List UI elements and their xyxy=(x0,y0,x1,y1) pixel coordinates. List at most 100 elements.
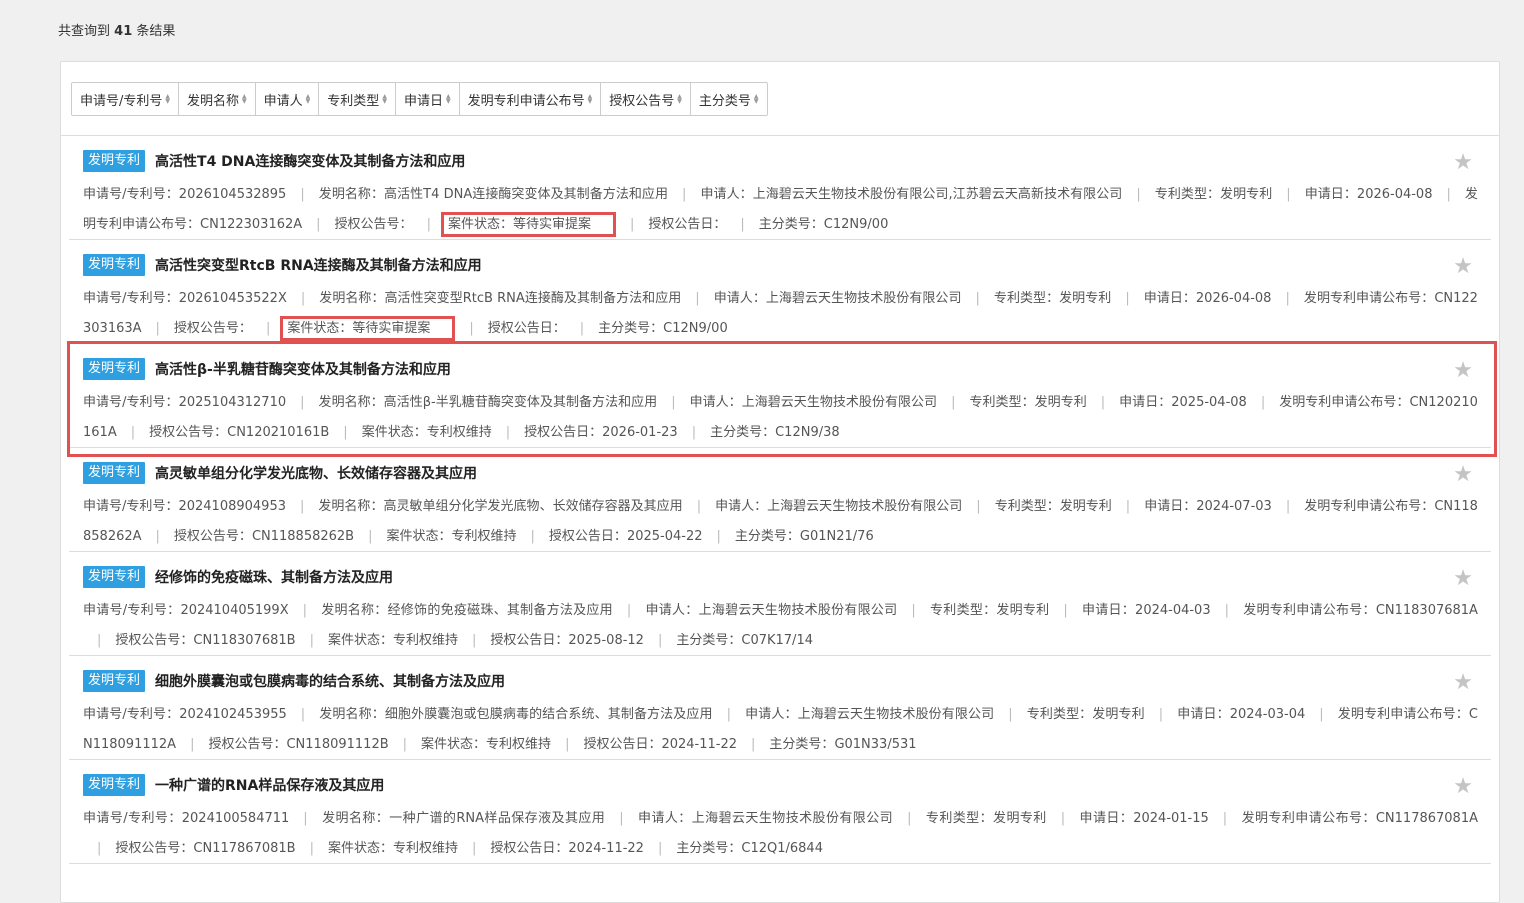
star-icon[interactable]: ★ xyxy=(1453,150,1473,175)
meta-value: 上海碧云天生物技术股份有限公司 xyxy=(767,499,963,514)
meta-label: 授权公告号： xyxy=(149,425,228,440)
sort-button[interactable]: 授权公告号 ▲ ▼ xyxy=(601,83,691,115)
meta-label: 主分类号： xyxy=(758,217,824,232)
meta-value: G01N33/531 xyxy=(834,737,917,752)
meta-label: 主分类号： xyxy=(734,529,800,544)
star-icon[interactable]: ★ xyxy=(1453,774,1473,799)
sort-button-label: 申请人 xyxy=(263,93,303,109)
meta-field-app-no: 申请号/专利号：2026104532895 xyxy=(83,187,286,202)
meta-separator: | xyxy=(1125,499,1131,514)
meta-label: 专利类型： xyxy=(1154,187,1221,202)
meta-separator: | xyxy=(300,395,305,410)
meta-separator: | xyxy=(155,321,160,336)
meta-value: 等待实审提案 xyxy=(512,217,591,232)
meta-label: 授权公告日： xyxy=(490,633,569,648)
sort-button[interactable]: 发明名称 ▲ ▼ xyxy=(179,83,256,115)
result-title-link[interactable]: 细胞外膜囊泡或包膜病毒的结合系统、其制备方法及应用 xyxy=(155,671,505,691)
meta-value: 专利权维持 xyxy=(392,841,458,856)
meta-separator: | xyxy=(579,321,585,336)
meta-label: 主分类号： xyxy=(676,633,742,648)
meta-label: 授权公告日： xyxy=(648,217,727,232)
meta-value: 专利权维持 xyxy=(451,529,517,544)
meta-value: CN120210161B xyxy=(227,425,330,440)
sort-arrows-icon: ▲ ▼ xyxy=(242,93,247,105)
sort-button[interactable]: 主分类号 ▲ ▼ xyxy=(691,83,767,115)
result-header: 发明专利 经修饰的免疫磁珠、其制备方法及应用 xyxy=(83,566,393,588)
star-icon[interactable]: ★ xyxy=(1453,254,1473,279)
meta-label: 发明专利申请公布号： xyxy=(1337,707,1469,722)
sort-button[interactable]: 专利类型 ▲ ▼ xyxy=(319,83,396,115)
result-item: 发明专利 高活性T4 DNA连接酶突变体及其制备方法和应用 ★ 申请号/专利号：202… xyxy=(69,136,1491,240)
patent-type-badge: 发明专利 xyxy=(83,670,146,692)
meta-label: 申请日： xyxy=(1144,499,1197,514)
meta-value: 2024108904953 xyxy=(178,499,286,514)
meta-value: 一种广谱的RNA样品保存液及其应用 xyxy=(389,811,606,826)
meta-label: 申请号/专利号： xyxy=(83,291,179,306)
meta-separator: | xyxy=(343,425,348,440)
result-item: 发明专利 高活性突变型RtcB RNA连接酶及其制备方法和应用 ★ 申请号/专利号：2… xyxy=(69,240,1491,344)
meta-separator: | xyxy=(740,217,745,232)
meta-label: 授权公告号： xyxy=(173,321,252,336)
meta-separator: | xyxy=(696,499,702,514)
meta-field-type: 专利类型：发明专利 xyxy=(969,395,1086,410)
meta-field-grant-no: 授权公告号：CN117867081B xyxy=(115,841,295,856)
meta-label: 申请人： xyxy=(689,395,742,410)
meta-separator: | xyxy=(426,217,431,232)
result-header: 发明专利 高活性T4 DNA连接酶突变体及其制备方法和应用 xyxy=(83,150,465,172)
meta-field-pub-no: 发明专利申请公布号：CN118307681A xyxy=(1243,603,1478,618)
sort-button[interactable]: 申请人 ▲ ▼ xyxy=(256,83,320,115)
meta-separator: | xyxy=(1100,395,1106,410)
meta-separator: | xyxy=(565,737,570,752)
meta-label: 申请号/专利号： xyxy=(83,187,179,202)
result-title-link[interactable]: 一种广谱的RNA样品保存液及其应用 xyxy=(155,775,384,795)
meta-separator: | xyxy=(716,529,721,544)
sort-arrows-icon: ▲ ▼ xyxy=(445,93,451,105)
result-meta: 申请号/专利号：2024102453955 | 发明名称：细胞外膜囊泡或包膜病毒的结… xyxy=(83,700,1478,760)
meta-label: 主分类号： xyxy=(710,425,776,440)
meta-separator: | xyxy=(300,291,306,306)
result-title-link[interactable]: 经修饰的免疫磁珠、其制备方法及应用 xyxy=(155,567,393,587)
star-icon[interactable]: ★ xyxy=(1453,566,1473,591)
meta-separator: | xyxy=(1125,291,1130,306)
meta-label: 发明名称： xyxy=(321,811,390,826)
meta-field-name: 发明名称：高活性T4 DNA连接酶突变体及其制备方法和应用 xyxy=(319,187,668,202)
meta-separator: | xyxy=(1008,707,1013,722)
meta-separator: | xyxy=(155,529,160,544)
meta-field-type: 专利类型：发明专利 xyxy=(995,499,1112,514)
meta-label: 申请日： xyxy=(1143,291,1196,306)
star-icon[interactable]: ★ xyxy=(1453,670,1473,695)
meta-label: 发明名称： xyxy=(321,603,388,618)
meta-field-grant-date: 授权公告日：2025-08-12 xyxy=(490,633,644,648)
meta-label: 申请日： xyxy=(1177,707,1230,722)
meta-field-app-date: 申请日：2024-04-03 xyxy=(1082,603,1211,618)
meta-field-grant-no: 授权公告号： xyxy=(335,217,413,232)
sort-button-label: 主分类号 xyxy=(698,93,751,109)
meta-separator: | xyxy=(1158,707,1164,722)
meta-field-type: 专利类型：发明专利 xyxy=(994,291,1111,306)
meta-field-name: 发明名称：一种广谱的RNA样品保存液及其应用 xyxy=(322,811,606,826)
sort-button[interactable]: 发明专利申请公布号 ▲ ▼ xyxy=(460,83,602,115)
result-title-link[interactable]: 高活性突变型RtcB RNA连接酶及其制备方法和应用 xyxy=(155,255,482,275)
star-icon[interactable]: ★ xyxy=(1453,462,1473,487)
sort-button[interactable]: 申请日 ▲ ▼ xyxy=(396,83,460,115)
sort-button-label: 发明名称 xyxy=(187,93,240,109)
meta-field-grant-no: 授权公告号：CN118091112B xyxy=(208,737,388,752)
result-summary: 共查询到 41 条结果 xyxy=(58,24,176,39)
meta-separator: | xyxy=(1285,499,1291,514)
meta-field-status: 案件状态：专利权维持 xyxy=(387,529,517,544)
meta-label: 授权公告日： xyxy=(490,841,569,856)
meta-field-applicant: 申请人：上海碧云天生物技术股份有限公司 xyxy=(715,499,962,514)
meta-value: CN118091112B xyxy=(286,737,389,752)
meta-value: 上海碧云天生物技术股份有限公司 xyxy=(698,603,898,618)
meta-value: 2025104312710 xyxy=(178,395,287,410)
meta-field-app-no: 申请号/专利号：2024100584711 xyxy=(83,811,289,826)
result-title-link[interactable]: 高灵敏单组分化学发光底物、长效储存容器及其应用 xyxy=(155,463,477,483)
meta-value: 高活性突变型RtcB RNA连接酶及其制备方法和应用 xyxy=(384,291,682,306)
result-title-link[interactable]: 高活性β-半乳糖苷酶突变体及其制备方法和应用 xyxy=(155,359,451,379)
result-title-link[interactable]: 高活性T4 DNA连接酶突变体及其制备方法和应用 xyxy=(155,151,465,171)
sort-button[interactable]: 申请号/专利号 ▲ ▼ xyxy=(72,83,180,115)
meta-label: 申请日： xyxy=(1079,811,1134,826)
meta-field-class: 主分类号：C12N9/38 xyxy=(710,425,840,440)
star-icon[interactable]: ★ xyxy=(1453,358,1473,383)
meta-label: 专利类型： xyxy=(993,291,1060,306)
